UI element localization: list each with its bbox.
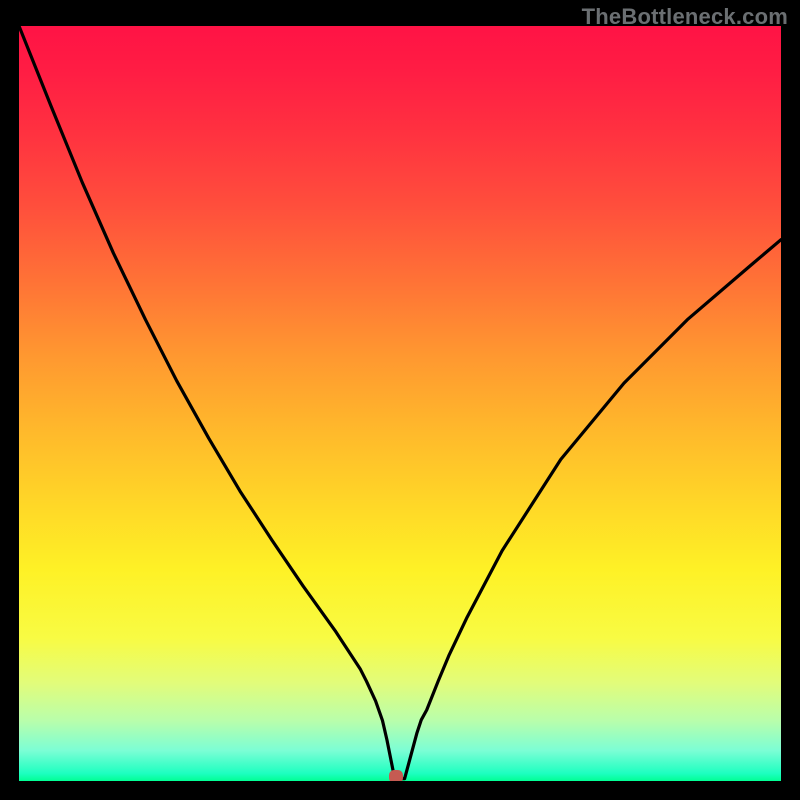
min-point-marker [389,770,403,781]
chart-frame: TheBottleneck.com [0,0,800,800]
watermark-text: TheBottleneck.com [582,4,788,30]
bottleneck-curve [19,26,781,781]
plot-area [19,26,781,781]
curve-path [19,26,781,779]
